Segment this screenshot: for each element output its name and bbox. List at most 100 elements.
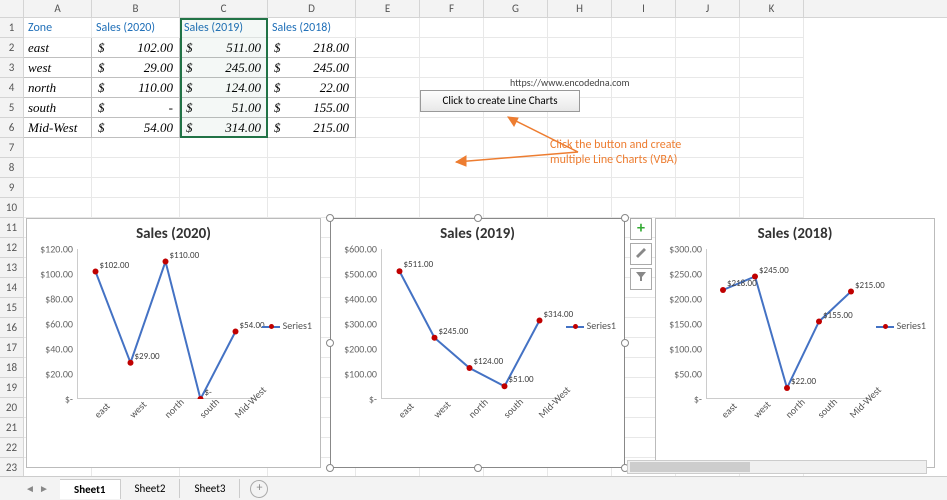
cell-D8[interactable] <box>268 158 356 178</box>
cell-H9[interactable] <box>548 178 612 198</box>
row-header[interactable]: 10 <box>0 198 24 218</box>
cell-G9[interactable] <box>484 178 548 198</box>
cell-F9[interactable] <box>420 178 484 198</box>
cell-E6[interactable] <box>356 118 420 138</box>
select-all-corner[interactable] <box>0 0 24 17</box>
cell-K6[interactable] <box>740 118 804 138</box>
row-header[interactable]: 13 <box>0 258 24 278</box>
cell-C9[interactable] <box>180 178 268 198</box>
cell-A5[interactable]: south <box>24 98 92 118</box>
cell-I2[interactable] <box>612 38 676 58</box>
row-header[interactable]: 6 <box>0 118 24 138</box>
cell-D4[interactable]: $22.00 <box>268 78 356 98</box>
cell-G10[interactable] <box>484 198 548 218</box>
cell-K9[interactable] <box>740 178 804 198</box>
cell-K8[interactable] <box>740 158 804 178</box>
resize-handle[interactable] <box>326 464 334 472</box>
create-charts-button[interactable]: Click to create Line Charts <box>420 90 580 112</box>
cell-E10[interactable] <box>356 198 420 218</box>
cell-A8[interactable] <box>24 158 92 178</box>
row-header[interactable]: 20 <box>0 398 24 418</box>
column-header-J[interactable]: J <box>676 0 740 17</box>
column-header-D[interactable]: D <box>268 0 356 17</box>
cell-A6[interactable]: Mid-West <box>24 118 92 138</box>
row-header[interactable]: 21 <box>0 418 24 438</box>
row-header[interactable]: 11 <box>0 218 24 238</box>
cell-G2[interactable] <box>484 38 548 58</box>
row-header[interactable]: 2 <box>0 38 24 58</box>
cell-J2[interactable] <box>676 38 740 58</box>
column-header-K[interactable]: K <box>740 0 804 17</box>
cell-H10[interactable] <box>548 198 612 218</box>
chart-filter-button[interactable] <box>630 268 652 290</box>
cell-A2[interactable]: east <box>24 38 92 58</box>
tab-sheet3[interactable]: Sheet3 <box>180 479 240 498</box>
column-header-G[interactable]: G <box>484 0 548 17</box>
cell-D3[interactable]: $245.00 <box>268 58 356 78</box>
chart-sales-2018[interactable]: Sales (2018)$-$50.00$100.00$150.00$200.0… <box>655 218 935 468</box>
tab-next-icon[interactable]: ► <box>38 482 50 495</box>
cell-C7[interactable] <box>180 138 268 158</box>
cell-A9[interactable] <box>24 178 92 198</box>
cell-J7[interactable] <box>676 138 740 158</box>
chart-sales-2020[interactable]: Sales (2020)$-$20.00$40.00$60.00$80.00$1… <box>26 218 321 468</box>
row-header[interactable]: 12 <box>0 238 24 258</box>
cell-B2[interactable]: $102.00 <box>92 38 180 58</box>
cell-J3[interactable] <box>676 58 740 78</box>
cell-G3[interactable] <box>484 58 548 78</box>
resize-handle[interactable] <box>621 214 629 222</box>
cell-C10[interactable] <box>180 198 268 218</box>
row-header[interactable]: 18 <box>0 358 24 378</box>
cell-C3[interactable]: $245.00 <box>180 58 268 78</box>
row-header[interactable]: 17 <box>0 338 24 358</box>
add-sheet-button[interactable]: + <box>250 480 268 498</box>
cell-D9[interactable] <box>268 178 356 198</box>
cell-J4[interactable] <box>676 78 740 98</box>
cell-C2[interactable]: $511.00 <box>180 38 268 58</box>
cell-E5[interactable] <box>356 98 420 118</box>
row-header[interactable]: 19 <box>0 378 24 398</box>
row-header[interactable]: 14 <box>0 278 24 298</box>
cell-B8[interactable] <box>92 158 180 178</box>
column-header-E[interactable]: E <box>356 0 420 17</box>
tab-sheet2[interactable]: Sheet2 <box>121 479 181 498</box>
cell-J8[interactable] <box>676 158 740 178</box>
cell-J5[interactable] <box>676 98 740 118</box>
column-header-I[interactable]: I <box>612 0 676 17</box>
cell-B1[interactable]: Sales (2020) <box>92 18 180 38</box>
cell-J1[interactable] <box>676 18 740 38</box>
cell-K4[interactable] <box>740 78 804 98</box>
row-header[interactable]: 16 <box>0 318 24 338</box>
cell-D7[interactable] <box>268 138 356 158</box>
cell-C8[interactable] <box>180 158 268 178</box>
cell-A3[interactable]: west <box>24 58 92 78</box>
cell-A1[interactable]: Zone <box>24 18 92 38</box>
cell-I9[interactable] <box>612 178 676 198</box>
row-header[interactable]: 8 <box>0 158 24 178</box>
cell-B4[interactable]: $110.00 <box>92 78 180 98</box>
cell-K1[interactable] <box>740 18 804 38</box>
row-header[interactable]: 9 <box>0 178 24 198</box>
row-header[interactable]: 4 <box>0 78 24 98</box>
cell-G1[interactable] <box>484 18 548 38</box>
cell-E8[interactable] <box>356 158 420 178</box>
cell-A7[interactable] <box>24 138 92 158</box>
chart-elements-button[interactable]: + <box>630 218 652 240</box>
row-header[interactable]: 23 <box>0 458 24 478</box>
horizontal-scrollbar[interactable] <box>627 460 927 474</box>
cell-F3[interactable] <box>420 58 484 78</box>
cell-D5[interactable]: $155.00 <box>268 98 356 118</box>
resize-handle[interactable] <box>326 339 334 347</box>
resize-handle[interactable] <box>474 214 482 222</box>
cell-K3[interactable] <box>740 58 804 78</box>
cell-D2[interactable]: $218.00 <box>268 38 356 58</box>
row-header[interactable]: 5 <box>0 98 24 118</box>
cell-I1[interactable] <box>612 18 676 38</box>
cell-H2[interactable] <box>548 38 612 58</box>
cell-D1[interactable]: Sales (2018) <box>268 18 356 38</box>
cell-E3[interactable] <box>356 58 420 78</box>
cell-E9[interactable] <box>356 178 420 198</box>
resize-handle[interactable] <box>474 464 482 472</box>
tab-prev-icon[interactable]: ◄ <box>24 482 36 495</box>
cell-A4[interactable]: north <box>24 78 92 98</box>
